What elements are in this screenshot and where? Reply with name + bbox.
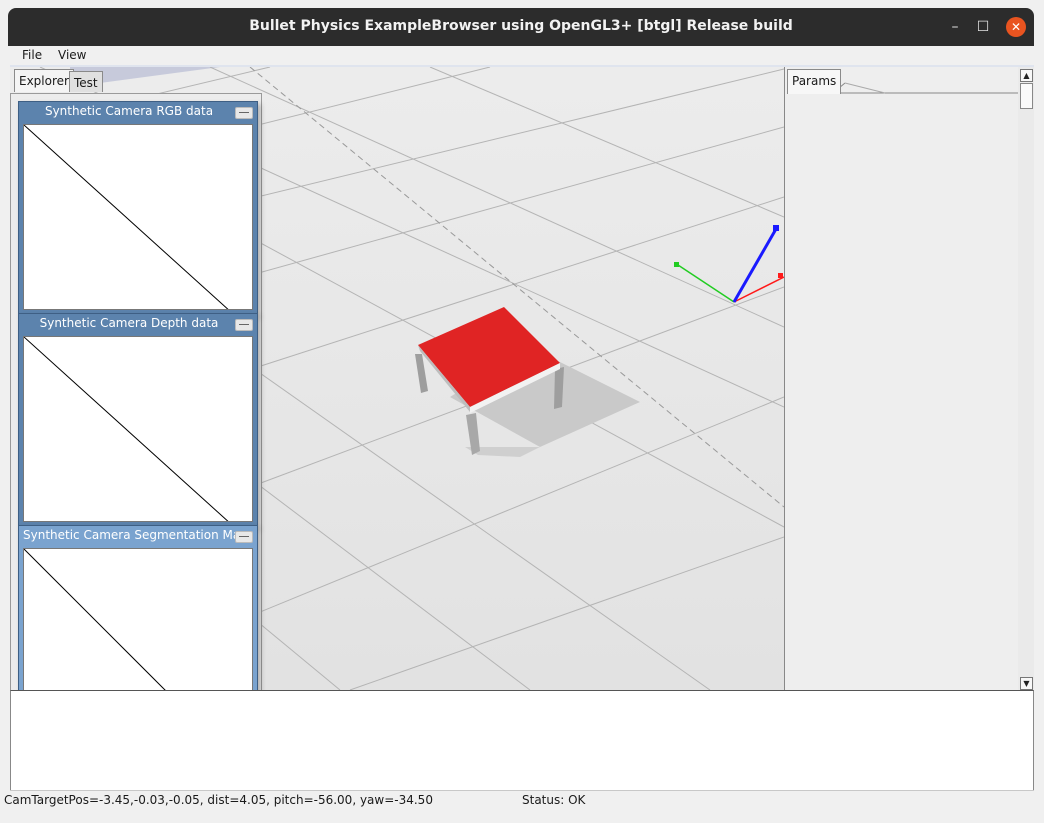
maximize-button[interactable]: ☐ <box>973 17 993 37</box>
status-text: Status: OK <box>522 793 586 807</box>
console-output[interactable] <box>10 690 1034 791</box>
params-scrollbar[interactable]: ▲ ▼ <box>1018 67 1034 690</box>
minimize-button[interactable]: – <box>945 17 965 37</box>
minimize-icon[interactable] <box>235 107 253 119</box>
scroll-up-icon[interactable]: ▲ <box>1020 69 1033 82</box>
menu-file[interactable]: File <box>22 48 42 62</box>
close-button[interactable]: ✕ <box>1006 17 1026 37</box>
tab-explorer[interactable]: Explorer <box>14 69 74 92</box>
minimize-icon[interactable] <box>235 531 253 543</box>
z-axis-handle[interactable] <box>773 225 779 231</box>
placeholder-image <box>24 125 229 309</box>
params-panel[interactable] <box>784 67 1019 690</box>
window-title: Bullet Physics ExampleBrowser using Open… <box>249 18 793 34</box>
window-title-bar[interactable]: Bullet Physics ExampleBrowser using Open… <box>8 8 1034 46</box>
camera-image-depth <box>23 336 253 522</box>
placeholder-image <box>24 337 229 521</box>
camera-window-title: Synthetic Camera RGB data <box>44 104 214 118</box>
camera-window-rgb[interactable]: Synthetic Camera RGB data <box>18 101 258 315</box>
scroll-thumb[interactable] <box>1020 83 1033 109</box>
y-axis-handle[interactable] <box>674 262 679 267</box>
x-axis-handle[interactable] <box>778 273 783 278</box>
scroll-down-icon[interactable]: ▼ <box>1020 677 1033 690</box>
menu-view[interactable]: View <box>58 48 86 62</box>
status-bar: CamTargetPos=-3.45,-0.03,-0.05, dist=4.0… <box>4 790 1034 811</box>
minimize-icon[interactable] <box>235 319 253 331</box>
camera-image-rgb <box>23 124 253 310</box>
camera-status-text: CamTargetPos=-3.45,-0.03,-0.05, dist=4.0… <box>4 793 433 807</box>
tab-params[interactable]: Params <box>787 69 842 94</box>
camera-window-depth[interactable]: Synthetic Camera Depth data <box>18 313 258 527</box>
camera-window-title: Synthetic Camera Segmentation Mask <box>23 528 235 542</box>
camera-window-title: Synthetic Camera Depth data <box>39 316 219 330</box>
menu-bar: File View <box>10 46 1034 66</box>
tab-test[interactable]: Test <box>69 71 103 92</box>
